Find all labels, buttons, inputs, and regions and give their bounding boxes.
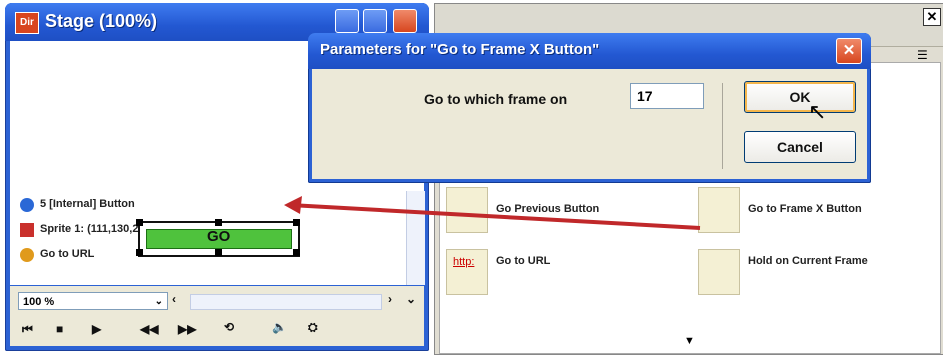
- stage-close-button[interactable]: [393, 9, 417, 33]
- selected-frames-icon[interactable]: ⛭: [308, 320, 318, 335]
- panel-close-button[interactable]: ✕: [923, 8, 941, 26]
- minimize-button[interactable]: [335, 9, 359, 33]
- scroll-right-icon[interactable]: ›: [388, 292, 392, 306]
- parameters-dialog: Parameters for "Go to Frame X Button" ✕ …: [308, 33, 871, 183]
- selection-handle[interactable]: [136, 219, 143, 226]
- go-button-face: GO: [146, 228, 292, 249]
- frame-prompt-label: Go to which frame on: [424, 91, 568, 107]
- stop-icon[interactable]: ■: [56, 322, 63, 336]
- stage-title: Stage (100%): [45, 11, 158, 31]
- director-logo-icon: Dir: [15, 12, 39, 34]
- volume-icon[interactable]: 🔈: [272, 320, 287, 334]
- divider: [722, 83, 723, 169]
- behavior-hold-on-current-frame[interactable]: Hold on Current Frame: [748, 255, 868, 267]
- selection-handle[interactable]: [215, 219, 222, 226]
- step-forward-icon[interactable]: ▶▶: [178, 322, 196, 336]
- go-to-frame-x-button-icon[interactable]: [698, 187, 740, 233]
- go-button-sprite[interactable]: GO: [136, 219, 300, 257]
- dialog-body: Go to which frame on 17 OK Cancel ↖: [312, 69, 867, 179]
- step-back-icon[interactable]: ◀◀: [140, 322, 158, 336]
- vertical-scrollbar[interactable]: [406, 191, 425, 285]
- go-button-label: GO: [207, 228, 231, 245]
- rewind-icon[interactable]: ⏮: [22, 322, 33, 337]
- selection-handle[interactable]: [293, 219, 300, 226]
- horizontal-scrollbar[interactable]: [190, 294, 382, 310]
- scroll-left-icon[interactable]: ‹: [172, 292, 176, 306]
- internal-button-label: 5 [Internal] Button: [40, 198, 135, 210]
- behavior-go-previous-button[interactable]: Go Previous Button: [496, 203, 599, 215]
- behavior-go-to-frame-x-button[interactable]: Go to Frame X Button: [748, 203, 862, 215]
- frame-number-input[interactable]: 17: [630, 83, 704, 109]
- hold-on-current-frame-icon[interactable]: [698, 249, 740, 295]
- mouse-cursor-icon: ↖: [808, 99, 827, 124]
- zoom-value: 100 %: [23, 296, 55, 308]
- go-to-url-icon[interactable]: http:: [446, 249, 488, 295]
- maximize-button[interactable]: [363, 9, 387, 33]
- chevron-down-icon: ⌄: [154, 296, 163, 307]
- go-previous-button-icon[interactable]: [446, 187, 488, 233]
- dialog-title-bar[interactable]: Parameters for "Go to Frame X Button" ✕: [308, 33, 871, 69]
- behavior-go-to-url[interactable]: Go to URL: [496, 255, 550, 267]
- selection-handle[interactable]: [136, 249, 143, 256]
- stage-control-bar: 100 % ⌄ ‹ › ⌄ ⏮ ■ ▶ ◀◀ ▶▶ ⟲ 🔈 ⛭: [10, 286, 424, 346]
- zoom-select[interactable]: 100 % ⌄: [18, 292, 168, 310]
- dialog-title: Parameters for "Go to Frame X Button": [320, 41, 600, 58]
- scroll-down-arrow-icon[interactable]: ▼: [684, 335, 695, 347]
- behavior-icon: [20, 248, 34, 262]
- ok-button[interactable]: OK: [744, 81, 856, 113]
- loop-icon[interactable]: ⟲: [224, 320, 234, 334]
- cancel-button[interactable]: Cancel: [744, 131, 856, 163]
- scroll-down-icon[interactable]: ⌄: [406, 292, 416, 306]
- play-icon[interactable]: ▶: [92, 322, 101, 336]
- selection-handle[interactable]: [293, 249, 300, 256]
- info-icon: [20, 198, 34, 212]
- url-icon-text: http:: [453, 256, 475, 268]
- panel-menu-icon[interactable]: ☰: [917, 48, 928, 62]
- sprite-icon: [20, 223, 34, 237]
- selection-handle[interactable]: [215, 249, 222, 256]
- go-to-url-label: Go to URL: [40, 248, 95, 260]
- dialog-close-button[interactable]: ✕: [836, 38, 862, 64]
